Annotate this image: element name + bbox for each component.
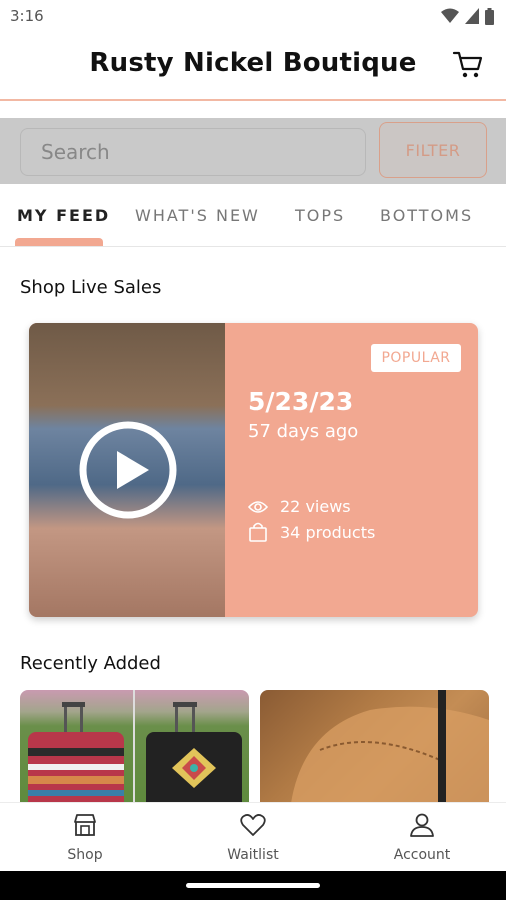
system-nav-bar <box>0 871 506 900</box>
live-sale-date: 5/23/23 <box>248 387 354 416</box>
bottom-nav: Shop Waitlist Account <box>0 802 506 872</box>
page-title: Rusty Nickel Boutique <box>89 48 417 78</box>
products-count: 34 products <box>280 522 376 542</box>
active-tab-indicator <box>15 238 103 246</box>
recently-added-heading: Recently Added <box>20 653 161 674</box>
nav-shop-label: Shop <box>67 847 103 863</box>
views-count: 22 views <box>280 497 351 516</box>
status-bar: 3:16 <box>0 0 506 32</box>
eye-icon <box>248 500 268 513</box>
nav-account[interactable]: Account <box>362 813 482 863</box>
app-bar: Rusty Nickel Boutique <box>0 32 506 101</box>
shop-icon <box>74 814 96 836</box>
play-icon[interactable] <box>79 421 177 519</box>
status-time: 3:16 <box>10 7 44 25</box>
live-sale-card[interactable]: POPULAR 5/23/23 57 days ago 22 views 34 … <box>29 323 478 617</box>
live-sale-age: 57 days ago <box>248 421 359 442</box>
home-indicator[interactable] <box>186 883 320 888</box>
product-card-luggage[interactable] <box>20 690 249 810</box>
views-stat: 22 views <box>248 497 351 516</box>
nav-account-label: Account <box>393 847 451 863</box>
live-sales-heading: Shop Live Sales <box>20 277 162 298</box>
tab-tops[interactable]: TOPS <box>295 206 345 225</box>
heart-icon <box>240 814 266 836</box>
products-stat: 34 products <box>248 522 375 542</box>
filter-button[interactable]: FILTER <box>379 122 487 178</box>
nav-shop[interactable]: Shop <box>25 813 145 863</box>
wifi-icon <box>441 8 459 23</box>
category-tabs: MY FEED WHAT'S NEW TOPS BOTTOMS <box>0 190 506 247</box>
cart-icon[interactable] <box>452 50 484 80</box>
tab-bottoms[interactable]: BOTTOMS <box>380 206 473 225</box>
popular-badge: POPULAR <box>371 344 461 372</box>
tab-my-feed[interactable]: MY FEED <box>17 206 110 225</box>
battery-icon <box>485 7 494 25</box>
nav-waitlist[interactable]: Waitlist <box>193 813 313 863</box>
shopping-bag-icon <box>249 522 267 542</box>
search-bar: Search FILTER <box>0 118 506 184</box>
live-sale-thumbnail <box>29 323 225 617</box>
search-input[interactable]: Search <box>20 128 366 176</box>
account-icon <box>410 813 434 837</box>
nav-waitlist-label: Waitlist <box>227 847 279 863</box>
product-image-luggage <box>28 690 242 810</box>
signal-icon <box>465 8 479 24</box>
product-image-boots <box>290 690 489 810</box>
status-icons <box>441 6 494 26</box>
product-card-boots[interactable] <box>260 690 489 810</box>
tab-whats-new[interactable]: WHAT'S NEW <box>135 206 260 225</box>
